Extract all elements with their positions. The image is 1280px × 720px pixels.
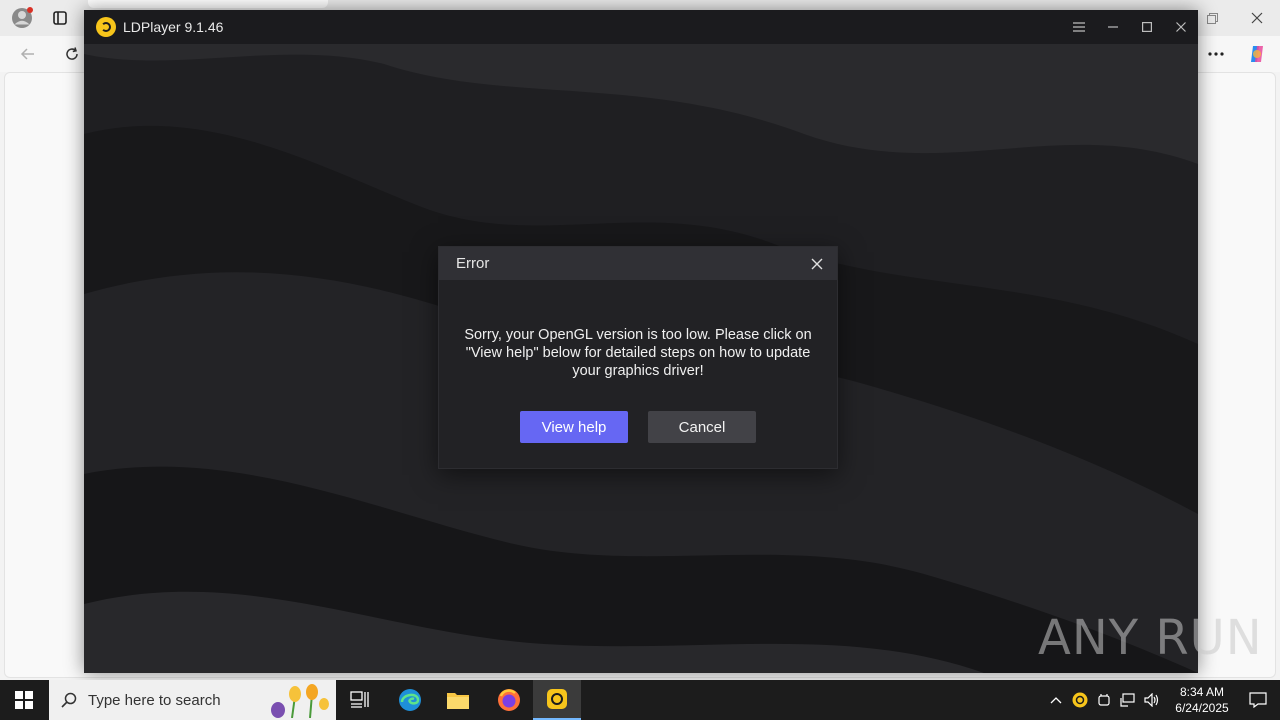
taskbar: Type here to search 8:34 AM 6/24/2025 (0, 680, 1280, 720)
ldplayer-titlebar: LDPlayer 9.1.46 (84, 10, 1198, 44)
windows-icon (15, 691, 33, 709)
volume-icon[interactable] (1140, 680, 1164, 720)
profile-icon[interactable] (10, 6, 34, 30)
menu-icon[interactable] (1062, 10, 1096, 44)
close-icon[interactable] (1164, 10, 1198, 44)
minimize-icon[interactable] (1096, 10, 1130, 44)
show-hidden-icons-icon[interactable] (1044, 680, 1068, 720)
cancel-button[interactable]: Cancel (648, 411, 756, 443)
copilot-icon[interactable] (1245, 42, 1269, 66)
ldplayer-tray-icon[interactable] (1068, 680, 1092, 720)
file-explorer-icon[interactable] (434, 680, 482, 720)
dialog-header: Error (439, 247, 837, 280)
dialog-close-icon[interactable] (807, 254, 827, 274)
flower-decoration-icon (271, 684, 329, 718)
dialog-message: Sorry, your OpenGL version is too low. P… (464, 327, 812, 379)
back-icon[interactable] (16, 42, 40, 66)
firefox-icon[interactable] (485, 680, 533, 720)
window-title: LDPlayer 9.1.46 (123, 19, 224, 35)
browser-tab[interactable] (88, 0, 328, 8)
ldplayer-taskbar-icon[interactable] (533, 680, 581, 720)
network-icon[interactable] (1116, 680, 1140, 720)
watermark-text: ANY RUN (1038, 610, 1263, 666)
system-tray: 8:34 AM 6/24/2025 (1044, 680, 1280, 720)
edge-icon[interactable] (386, 680, 434, 720)
notifications-icon[interactable] (1236, 680, 1280, 720)
search-placeholder: Type here to search (88, 691, 221, 709)
task-view-icon[interactable] (336, 680, 384, 720)
browser-close-icon[interactable] (1245, 6, 1269, 30)
ldplayer-logo-icon (96, 17, 116, 37)
more-options-icon[interactable] (1204, 42, 1228, 66)
clock[interactable]: 8:34 AM 6/24/2025 (1168, 684, 1236, 716)
search-icon (61, 692, 77, 708)
view-help-button[interactable]: View help (520, 411, 628, 443)
taskbar-search[interactable]: Type here to search (49, 680, 336, 720)
dialog-title: Error (456, 255, 490, 272)
start-button[interactable] (0, 680, 48, 720)
tab-actions-icon[interactable] (50, 8, 70, 28)
error-dialog: Error Sorry, your OpenGL version is too … (438, 246, 838, 469)
tray-app-icon[interactable] (1092, 680, 1116, 720)
restore-icon[interactable] (1200, 6, 1224, 30)
anyrun-watermark: ANY RUN (1038, 606, 1263, 670)
maximize-icon[interactable] (1130, 10, 1164, 44)
clock-date: 6/24/2025 (1175, 701, 1229, 715)
refresh-icon[interactable] (60, 42, 84, 66)
clock-time: 8:34 AM (1179, 685, 1225, 699)
